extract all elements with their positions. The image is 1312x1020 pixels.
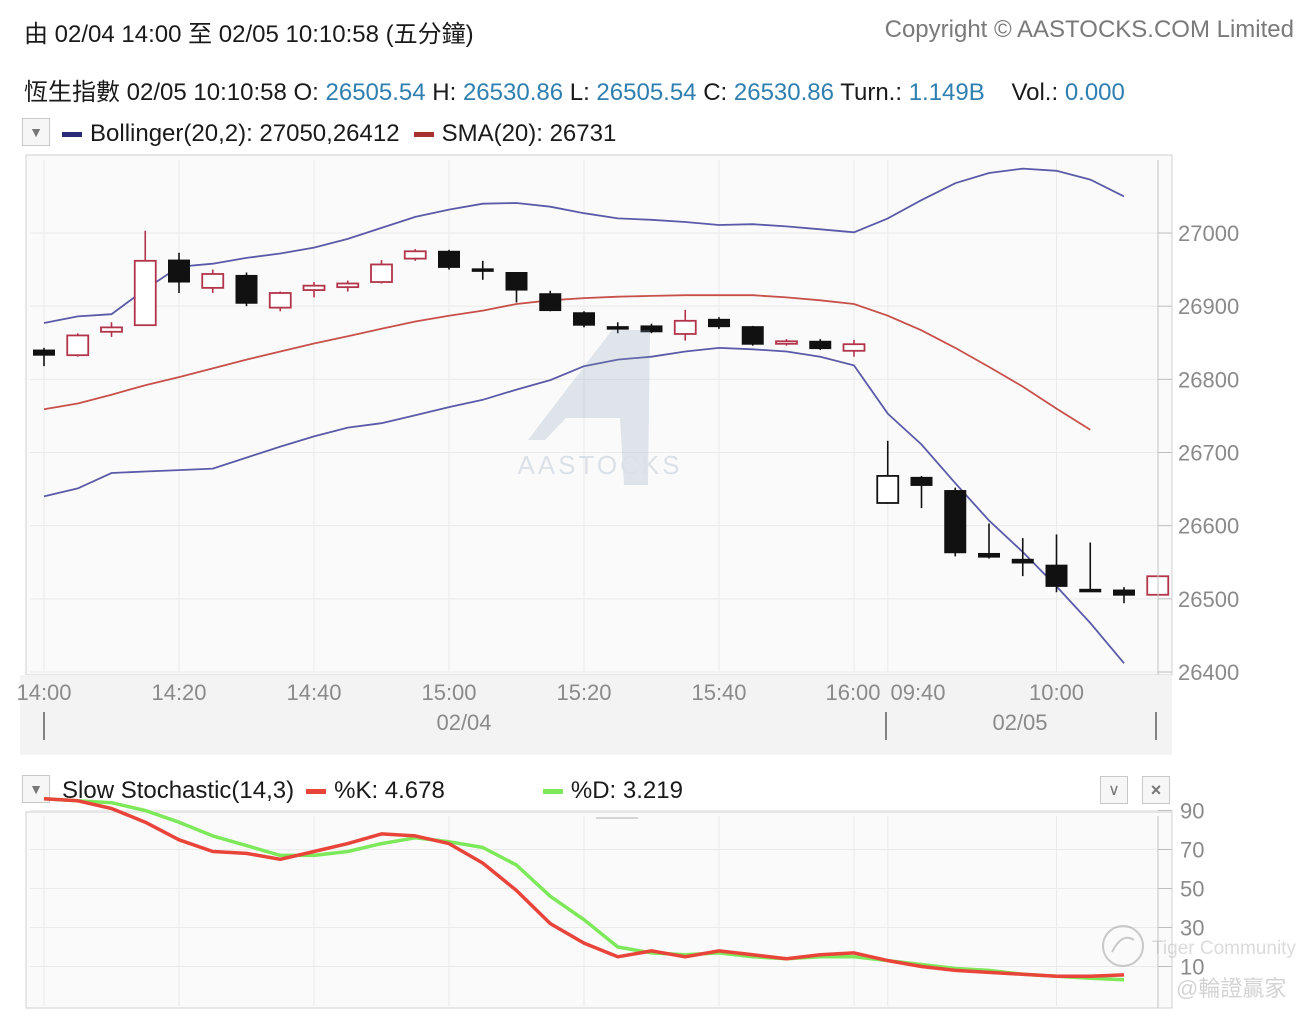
- candle: [66, 333, 90, 357]
- candle-body: [235, 274, 258, 304]
- candle-body: [978, 552, 1000, 558]
- candle-body: [673, 319, 697, 335]
- time-tick-label: 16:00: [825, 680, 880, 705]
- candle-body: [809, 340, 832, 350]
- candle: [403, 249, 427, 261]
- price-tick-label: 26700: [1178, 441, 1239, 466]
- candle: [268, 291, 292, 312]
- stoch-tick-label: 30: [1180, 916, 1204, 941]
- candle-body: [302, 284, 326, 291]
- candle-body: [403, 250, 427, 260]
- candle-body: [775, 340, 798, 345]
- candle-body: [133, 259, 157, 327]
- candle: [539, 290, 562, 312]
- price-tick-label: 26400: [1178, 660, 1239, 685]
- stoch-tick-label: 50: [1180, 877, 1204, 902]
- candle-body: [606, 326, 629, 330]
- candle-body: [505, 272, 528, 291]
- candle-body: [539, 293, 562, 312]
- time-tick-label: 14:40: [286, 680, 341, 705]
- price-tick-label: 26500: [1178, 587, 1239, 612]
- candle-body: [100, 326, 123, 333]
- candle: [944, 487, 967, 557]
- time-tick-label: 14:20: [151, 680, 206, 705]
- candle-body: [573, 312, 595, 326]
- candle: [741, 325, 764, 346]
- price-tick-label: 26800: [1178, 367, 1239, 392]
- price-tick-label: 26600: [1178, 514, 1239, 539]
- candle-body: [268, 292, 292, 309]
- candle-body: [708, 318, 730, 328]
- candle-body: [944, 490, 967, 554]
- candle-body: [1113, 589, 1135, 596]
- candle-body: [1045, 564, 1068, 587]
- handle-text: @輪證贏家: [1176, 976, 1286, 1001]
- candle-body: [201, 273, 225, 289]
- candle: [235, 272, 258, 307]
- time-tick-label: 09:40: [890, 680, 945, 705]
- time-tick-label: 15:20: [556, 680, 611, 705]
- candle-body: [876, 475, 900, 504]
- candle-body: [168, 259, 190, 283]
- price-tick-label: 27000: [1178, 221, 1239, 246]
- date-label: 02/04: [436, 710, 491, 735]
- stoch-tick-label: 70: [1180, 838, 1204, 863]
- candle-body: [842, 343, 866, 352]
- candle-body: [438, 250, 460, 268]
- aastocks-watermark-text: AASTOCKS: [517, 450, 682, 480]
- candle-body: [471, 268, 494, 272]
- candle-body: [370, 263, 393, 283]
- tiger-community-text: Tiger Community: [1152, 938, 1296, 959]
- candle-body: [336, 282, 360, 289]
- time-tick-label: 10:00: [1029, 680, 1084, 705]
- time-tick-label: 14:00: [16, 680, 71, 705]
- candle: [438, 249, 460, 270]
- price-tick-label: 26900: [1178, 294, 1239, 319]
- candle-body: [1011, 558, 1034, 564]
- chart-canvas: 27000 26900 26800 26700 26600 26500 26400 14:0…: [16, 154, 1296, 1009]
- stoch-tick-label: 90: [1180, 799, 1204, 824]
- candle: [370, 260, 393, 284]
- candle-body: [741, 326, 764, 345]
- candle-body: [1079, 588, 1102, 593]
- time-tick-label: 15:00: [421, 680, 476, 705]
- candle-body: [33, 349, 55, 356]
- candle-body: [66, 334, 90, 357]
- candle: [708, 317, 730, 329]
- date-label: 02/05: [992, 710, 1047, 735]
- candle-body: [910, 476, 933, 486]
- time-tick-label: 15:40: [691, 680, 746, 705]
- candle: [573, 311, 595, 328]
- stoch-panel-frame: [25, 811, 1173, 1009]
